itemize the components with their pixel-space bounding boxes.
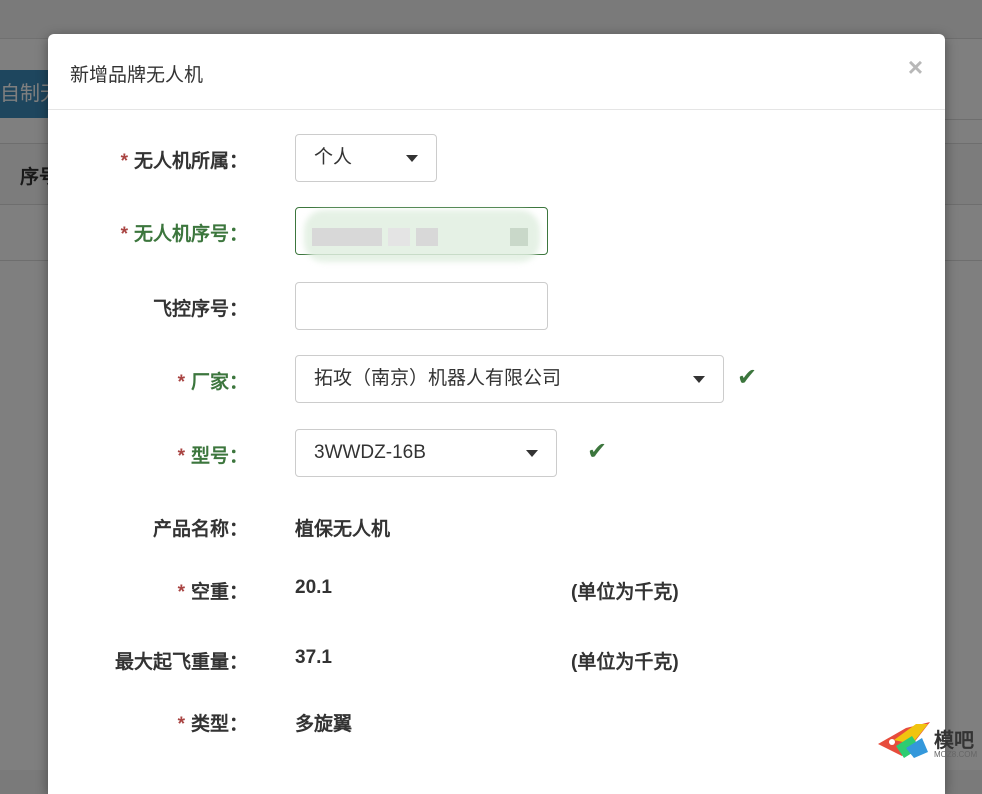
close-icon[interactable]: × (908, 54, 923, 80)
required-marker: * (177, 714, 185, 735)
product-name-row: 产品名称： 植保无人机 (48, 502, 945, 552)
model-select[interactable]: 3WWDZ-16B (295, 429, 557, 477)
owner-select-value: 个人 (314, 147, 353, 168)
empty-weight-value: 20.1 (295, 577, 332, 598)
owner-label: * 无人机所属： (120, 151, 248, 172)
manufacturer-select-value: 拓攻（南京）机器人有限公司 (314, 368, 562, 389)
max-takeoff-weight-value: 37.1 (295, 647, 332, 668)
empty-weight-label: * 空重： (177, 582, 248, 603)
serial-row: * 无人机序号： (48, 207, 945, 262)
fc-serial-input[interactable] (295, 282, 548, 330)
product-name-value: 植保无人机 (295, 519, 391, 540)
chevron-down-icon (406, 155, 418, 162)
modal-title: 新增品牌无人机 (70, 65, 204, 86)
manufacturer-label: * 厂家： (177, 372, 248, 393)
watermark-logo: 模吧 MOZ8.COM (876, 718, 978, 766)
max-takeoff-weight-row: 最大起飞重量： 37.1 (单位为千克) (48, 635, 945, 685)
check-icon: ✔ (737, 364, 758, 391)
chevron-down-icon (693, 376, 705, 383)
redacted-pixel (312, 228, 382, 246)
fc-serial-label: 飞控序号： (152, 299, 248, 320)
required-marker: * (120, 151, 128, 172)
serial-input[interactable] (295, 207, 548, 262)
model-select-value: 3WWDZ-16B (314, 442, 426, 463)
fc-serial-row: 飞控序号： (48, 282, 945, 332)
model-row: * 型号： 3WWDZ-16B ✔ (48, 429, 945, 479)
max-takeoff-weight-unit: (单位为千克) (571, 652, 679, 673)
product-name-label: 产品名称： (152, 519, 248, 540)
owner-select[interactable]: 个人 (295, 134, 437, 182)
empty-weight-unit: (单位为千克) (571, 582, 679, 603)
model-label: * 型号： (177, 446, 248, 467)
owner-row: * 无人机所属： 个人 (48, 134, 945, 184)
type-row: * 类型： 多旋翼 (48, 697, 945, 747)
manufacturer-select[interactable]: 拓攻（南京）机器人有限公司 (295, 355, 724, 403)
redacted-pixel (388, 228, 410, 246)
type-value: 多旋翼 (295, 714, 353, 735)
bird-logo-icon (878, 722, 930, 758)
required-marker: * (120, 224, 128, 245)
serial-label: * 无人机序号： (120, 224, 248, 245)
redacted-pixel (510, 228, 528, 246)
add-drone-modal: 新增品牌无人机 × * 无人机所属： 个人 * 无人机序号： 飞控序号： * 厂家： (48, 34, 945, 794)
max-takeoff-weight-label: 最大起飞重量： (114, 652, 248, 673)
modal-header: 新增品牌无人机 × (48, 34, 945, 110)
required-marker: * (177, 446, 185, 467)
redacted-pixel (416, 228, 438, 246)
manufacturer-row: * 厂家： 拓攻（南京）机器人有限公司 ✔ (48, 355, 945, 405)
chevron-down-icon (526, 450, 538, 457)
type-label: * 类型： (177, 714, 248, 735)
watermark-text: 模吧 (934, 730, 974, 752)
required-marker: * (177, 582, 185, 603)
check-icon: ✔ (587, 438, 608, 465)
watermark-subtext: MOZ8.COM (934, 750, 978, 759)
required-marker: * (177, 372, 185, 393)
empty-weight-row: * 空重： 20.1 (单位为千克) (48, 565, 945, 615)
